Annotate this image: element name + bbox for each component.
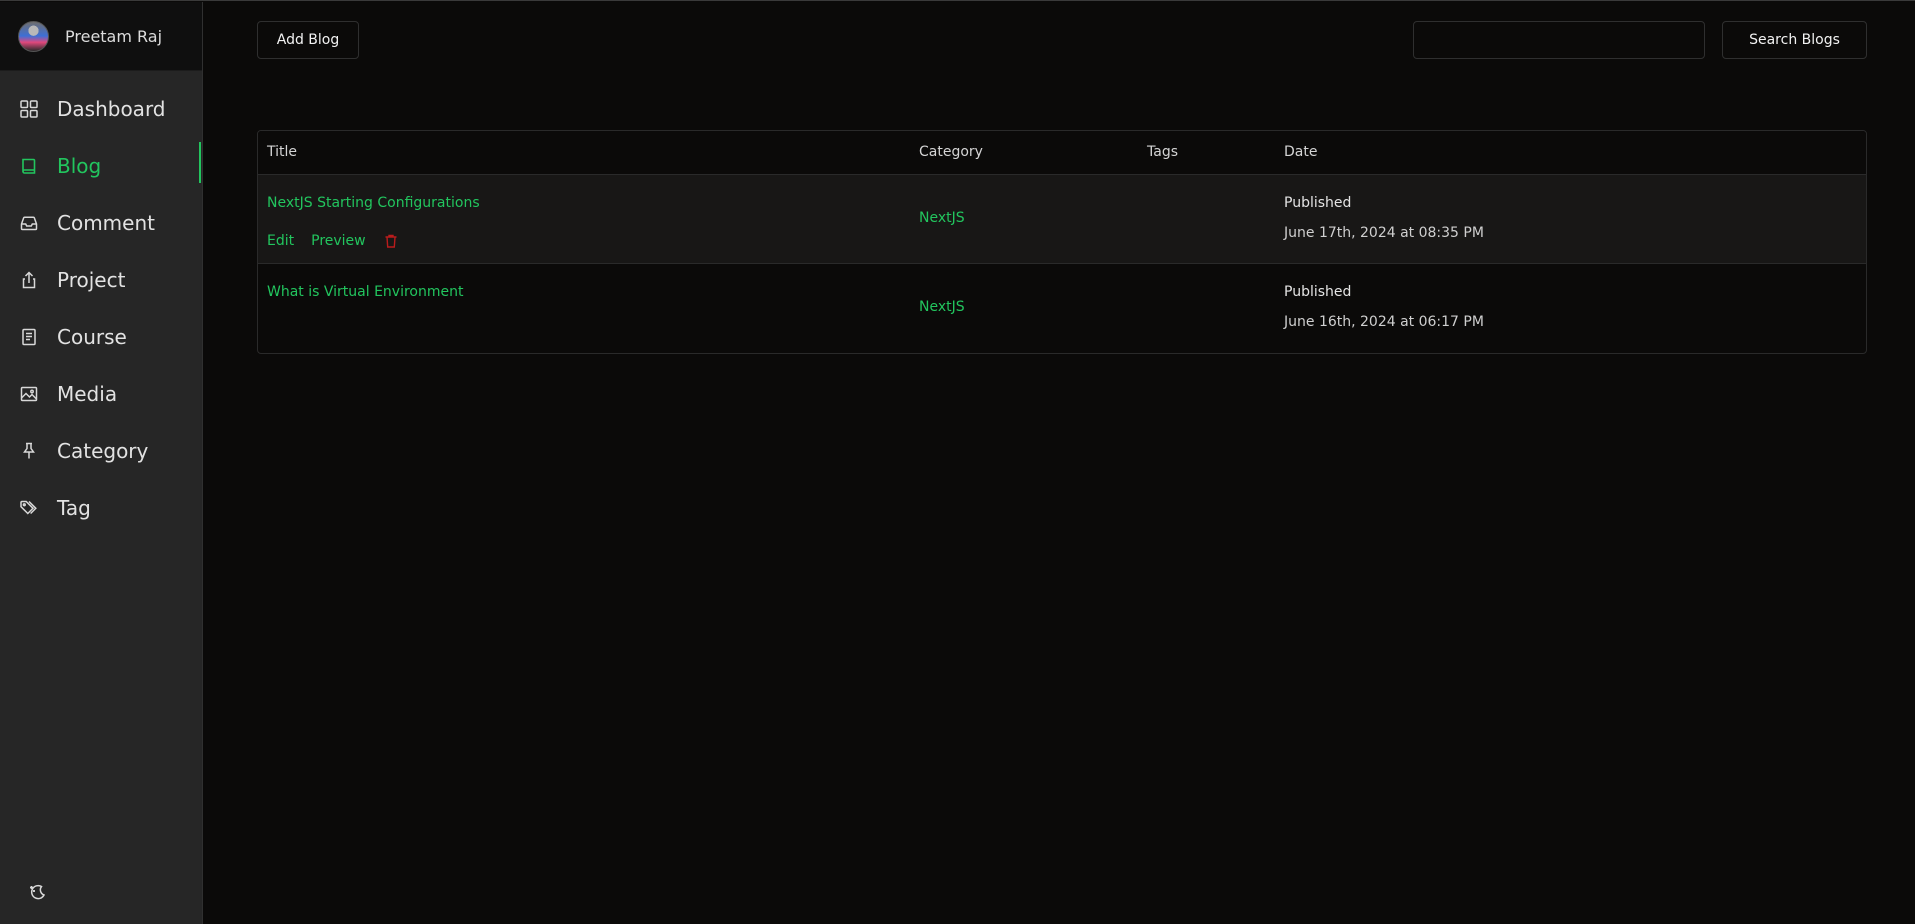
header-date: Date [1284,144,1318,160]
trash-icon[interactable] [383,233,399,249]
document-icon [19,327,39,347]
edit-link[interactable]: Edit [267,233,294,249]
sidebar-item-label: Dashboard [57,96,166,121]
inbox-icon [19,213,39,233]
header-title: Title [267,144,298,160]
sidebar-item-comment[interactable]: Comment [0,194,202,251]
blog-title-link[interactable]: What is Virtual Environment [267,284,463,300]
sidebar-item-category[interactable]: Category [0,422,202,479]
profile-name: Preetam Raj [65,26,163,46]
category-link[interactable]: NextJS [919,210,965,226]
category-link[interactable]: NextJS [919,299,965,315]
sidebar-item-label: Tag [57,495,91,520]
date-text: June 16th, 2024 at 06:17 PM [1284,314,1484,330]
image-icon [19,384,39,404]
dashboard-grid-icon [19,99,39,119]
sidebar-item-dashboard[interactable]: Dashboard [0,80,202,137]
tags-icon [19,498,39,518]
sidebar-item-course[interactable]: Course [0,308,202,365]
table-row[interactable]: NextJS Starting Configurations Edit Prev… [258,175,1866,264]
blog-title-link[interactable]: NextJS Starting Configurations [267,195,480,211]
upload-share-icon [19,270,39,290]
sidebar-item-label: Blog [57,153,102,178]
sidebar-item-blog[interactable]: Blog [0,137,202,194]
table-row[interactable]: What is Virtual Environment NextJS Publi… [258,264,1866,353]
book-icon [19,156,39,176]
sidebar-item-project[interactable]: Project [0,251,202,308]
app-window: Preetam Raj Dashboard Blog Comment Proje… [0,0,1915,924]
profile-header[interactable]: Preetam Raj [0,2,202,71]
status-text: Published [1284,284,1352,300]
header-category: Category [919,144,983,160]
sidebar-item-label: Course [57,324,127,349]
sidebar-item-label: Category [57,438,149,463]
sidebar-item-label: Comment [57,210,155,235]
sidebar-item-label: Media [57,381,118,406]
add-blog-button[interactable]: Add Blog [257,21,359,59]
avatar[interactable] [18,20,49,52]
row-actions: Edit Preview [267,233,399,249]
sidebar-item-media[interactable]: Media [0,365,202,422]
sidebar-item-label: Project [57,267,126,292]
sidebar-item-tag[interactable]: Tag [0,479,202,536]
preview-link[interactable]: Preview [311,233,366,249]
blog-table: Title Category Tags Date NextJS Starting… [257,130,1867,354]
search-blogs-button[interactable]: Search Blogs [1722,21,1867,59]
main-content: Add Blog Search Blogs Title Category Tag… [204,2,1915,924]
search-input[interactable] [1413,21,1705,59]
header-tags: Tags [1147,144,1178,160]
sidebar-nav: Dashboard Blog Comment Project Course Me… [0,71,202,536]
pin-icon [19,441,39,461]
status-text: Published [1284,195,1352,211]
date-text: June 17th, 2024 at 08:35 PM [1284,225,1484,241]
table-header: Title Category Tags Date [258,131,1866,175]
sidebar: Preetam Raj Dashboard Blog Comment Proje… [0,2,203,924]
theme-toggle-moon-icon[interactable] [26,881,48,903]
